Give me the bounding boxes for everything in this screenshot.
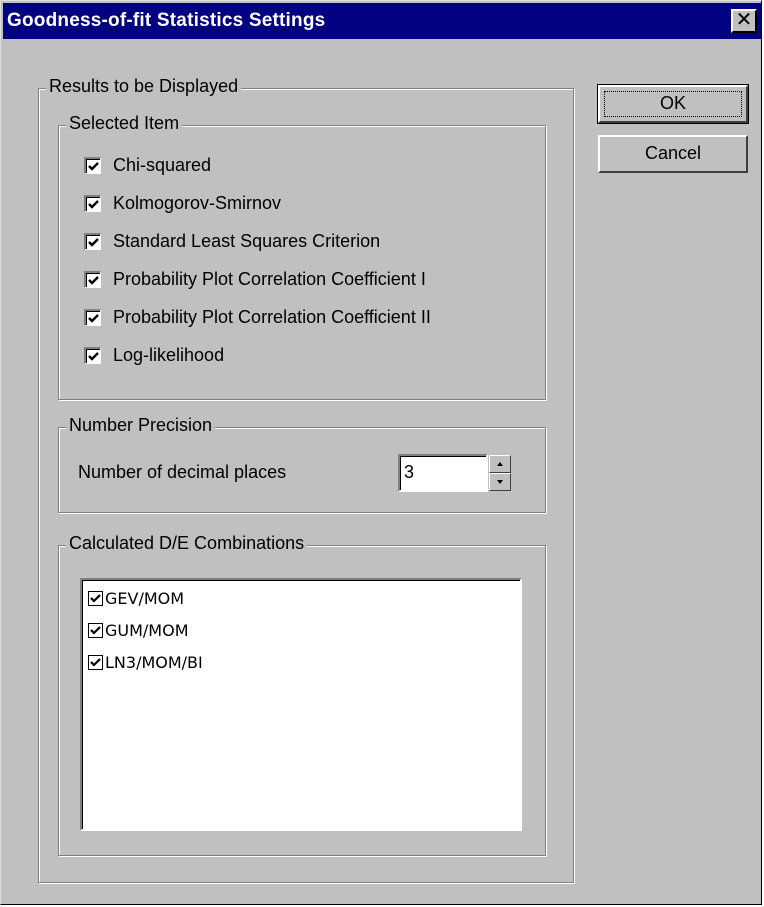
list-checkbox[interactable] (88, 622, 103, 638)
ok-button[interactable]: OK (597, 84, 749, 124)
checkbox-label: Kolmogorov-Smirnov (113, 192, 282, 213)
cancel-button[interactable]: Cancel (598, 135, 748, 173)
list-item-label: LN3/MOM/BI (105, 652, 203, 672)
checkmark-icon (90, 625, 101, 635)
close-button[interactable]: ✕ (731, 9, 757, 33)
arrow-down-icon (497, 480, 503, 484)
checkbox-kolmogorov-smirnov[interactable]: Kolmogorov-Smirnov (84, 191, 281, 215)
checkmark-icon (88, 351, 99, 361)
combinations-listbox[interactable]: GEV/MOM GUM/MOM LN3/MOM/BI (80, 578, 522, 831)
results-group-label: Results to be Displayed (46, 76, 242, 97)
dialog-title: Goodness-of-fit Statistics Settings (7, 10, 326, 31)
checkmark-icon (88, 161, 99, 171)
checkmark-icon (90, 657, 101, 667)
checkbox-box[interactable] (84, 270, 101, 288)
checkbox-box[interactable] (84, 232, 101, 250)
checkmark-icon (88, 275, 99, 285)
checkbox-label: Log-likelihood (113, 344, 225, 365)
list-item-gev-mom[interactable]: GEV/MOM (88, 586, 184, 610)
number-precision-label: Number Precision (66, 415, 216, 436)
combinations-label: Calculated D/E Combinations (66, 533, 308, 554)
checkmark-icon (88, 237, 99, 247)
results-group: Results to be Displayed Selected Item Ch… (38, 76, 574, 883)
arrow-up-icon (497, 462, 503, 466)
checkbox-standard-least-squares[interactable]: Standard Least Squares Criterion (84, 229, 380, 253)
focus-rect (604, 91, 742, 117)
checkbox-box[interactable] (84, 308, 101, 326)
selected-item-group: Selected Item Chi-squared Kolmogorov-Smi… (58, 113, 546, 400)
close-icon: ✕ (735, 9, 753, 31)
list-item-gum-mom[interactable]: GUM/MOM (88, 618, 189, 642)
decimal-places-value: 3 (404, 462, 415, 482)
checkbox-box[interactable] (84, 156, 101, 174)
checkbox-label: Probability Plot Correlation Coefficient… (113, 268, 426, 289)
cancel-button-label: Cancel (644, 143, 702, 163)
checkbox-log-likelihood[interactable]: Log-likelihood (84, 343, 224, 367)
checkbox-label: Standard Least Squares Criterion (113, 230, 381, 251)
checkbox-label: Probability Plot Correlation Coefficient… (113, 306, 431, 327)
combinations-group: Calculated D/E Combinations GEV/MOM GUM/… (58, 533, 546, 856)
decimal-places-input[interactable]: 3 (398, 454, 488, 492)
decimal-places-label: Number of decimal places (78, 462, 287, 482)
spin-up-button[interactable] (489, 455, 511, 473)
checkbox-chi-squared[interactable]: Chi-squared (84, 153, 211, 177)
number-precision-group: Number Precision Number of decimal place… (58, 415, 546, 513)
list-item-label: GEV/MOM (105, 588, 185, 608)
list-item-label: GUM/MOM (105, 620, 189, 640)
checkbox-box[interactable] (84, 194, 101, 212)
title-bar[interactable]: Goodness-of-fit Statistics Settings ✕ (3, 3, 761, 39)
list-item-ln3-mom-bi[interactable]: LN3/MOM/BI (88, 650, 203, 674)
list-checkbox[interactable] (88, 654, 103, 670)
checkmark-icon (90, 593, 101, 603)
checkmark-icon (88, 199, 99, 209)
spin-down-button[interactable] (489, 473, 511, 491)
checkbox-ppcc-2[interactable]: Probability Plot Correlation Coefficient… (84, 305, 431, 329)
selected-item-label: Selected Item (66, 113, 183, 134)
checkbox-label: Chi-squared (113, 154, 212, 175)
checkbox-box[interactable] (84, 346, 101, 364)
checkbox-ppcc-1[interactable]: Probability Plot Correlation Coefficient… (84, 267, 426, 291)
list-checkbox[interactable] (88, 590, 103, 606)
dialog-window: Goodness-of-fit Statistics Settings ✕ OK… (0, 0, 762, 905)
checkmark-icon (88, 313, 99, 323)
